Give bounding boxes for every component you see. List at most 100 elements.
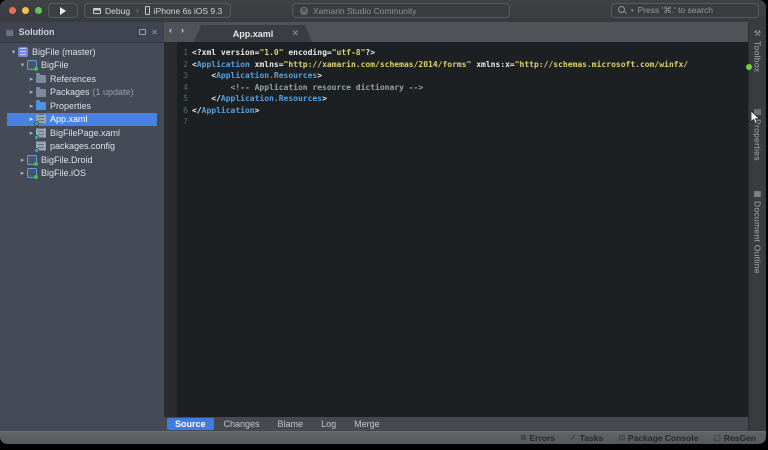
- line-number: 3: [183, 71, 188, 80]
- tree-item-bigfilepage-xaml[interactable]: ▸ BigFilePage.xaml: [7, 126, 157, 140]
- solution-pad-header: ▤ Solution ✕: [0, 22, 164, 43]
- tree-item-bigfile-ios[interactable]: ▸ BigFile.iOS: [7, 167, 157, 181]
- device-label: iPhone 6s iOS 9.3: [153, 5, 223, 16]
- tree-item-references[interactable]: ▸ References: [7, 72, 157, 86]
- tree-item-properties[interactable]: ▸ Properties: [7, 99, 157, 113]
- tree-item-label: BigFile.Droid: [41, 154, 93, 165]
- code-line-content: </Application.Resources>: [192, 93, 327, 105]
- search-scope-caret-icon[interactable]: ▾: [631, 8, 634, 14]
- search-icon: [618, 6, 627, 15]
- nav-forward-icon[interactable]: ›: [181, 25, 184, 35]
- code-line-content: <Application xmlns="http://xamarin.com/s…: [192, 59, 688, 71]
- toolbar: Debug › iPhone 6s iOS 9.3 ✕ Xamarin Stud…: [0, 0, 766, 23]
- code-token: Application: [196, 59, 250, 69]
- tree-item-app-xaml[interactable]: ▸ App.xaml: [7, 112, 157, 127]
- code-token: ?>: [365, 48, 376, 57]
- disclosure-right-icon[interactable]: ▸: [18, 169, 27, 177]
- editor-tabbar: ‹ › App.xaml ✕: [164, 22, 748, 42]
- tree-item-label: References: [50, 73, 97, 84]
- vc-tab-merge[interactable]: Merge: [346, 418, 388, 430]
- toolbox-icon: ⚒: [753, 29, 762, 38]
- code-line-5: 5 </Application.Resources>: [164, 93, 748, 105]
- folder-icon: [36, 100, 46, 111]
- code-token: encoding=: [283, 48, 332, 57]
- statusbar-package-console[interactable]: ⊡ Package Console: [618, 433, 698, 443]
- window-controls: [9, 7, 42, 14]
- run-play-icon: [60, 6, 66, 15]
- xamarin-logo-icon: ✕: [300, 6, 308, 15]
- zoom-window-button[interactable]: [35, 7, 42, 14]
- run-button[interactable]: [48, 3, 78, 18]
- code-token: xmlns:x=: [471, 59, 515, 69]
- dock-tab-label: Document Outline: [752, 201, 763, 274]
- tree-item-label: BigFile: [41, 60, 69, 71]
- right-dock-strip: ⚒ Toolbox ▤ Properties ▦ Document Outline: [748, 22, 766, 431]
- vc-tab-log[interactable]: Log: [313, 418, 344, 430]
- solution-tree: ▾ BigFile (master) ▾ BigFile ▸ References ▸ Pac…: [0, 43, 164, 180]
- solution-icon: [18, 46, 28, 57]
- code-line-4: 4 <!-- Application resource dictionary -…: [164, 82, 748, 94]
- code-line-3: 3 <Application.Resources>: [164, 70, 748, 82]
- tree-item-bigfile[interactable]: ▾ BigFile: [7, 59, 157, 73]
- packages-folder-icon: [36, 86, 46, 97]
- project-icon: [27, 168, 38, 180]
- tab-close-icon[interactable]: ✕: [291, 28, 299, 39]
- code-editor[interactable]: 1 <?xml version="1.0" encoding="utf-8"?> 2…: [164, 42, 748, 417]
- statusbar-tasks[interactable]: ✓ Tasks: [570, 433, 603, 443]
- code-lines: 1 <?xml version="1.0" encoding="utf-8"?> 2…: [164, 47, 748, 128]
- statusbar-resgen[interactable]: ▢ ResGen: [713, 433, 756, 443]
- code-token: <!-- Application resource dictionary -->: [230, 82, 424, 92]
- line-number: 7: [183, 117, 188, 126]
- config-debug-selector[interactable]: Debug: [87, 4, 136, 17]
- vc-tab-changes[interactable]: Changes: [216, 418, 268, 430]
- tab-app-xaml[interactable]: App.xaml ✕: [194, 25, 312, 42]
- tree-item-badge: (1 update): [92, 87, 134, 98]
- window-config-icon: [93, 7, 101, 14]
- disclosure-right-icon[interactable]: ▸: [27, 88, 36, 96]
- code-token: </: [192, 94, 221, 103]
- dock-tab-label: Toolbox: [752, 41, 763, 73]
- line-number: 1: [183, 48, 188, 57]
- statusbar-errors[interactable]: ⊗ Errors: [520, 433, 555, 443]
- quick-task-status-icon[interactable]: [746, 64, 752, 70]
- project-icon: [27, 154, 38, 166]
- tree-item-bigfile-master[interactable]: ▾ BigFile (master): [7, 45, 157, 59]
- disclosure-right-icon[interactable]: ▸: [27, 75, 36, 83]
- disclosure-down-icon[interactable]: ▾: [9, 48, 18, 56]
- line-number: 5: [183, 94, 188, 103]
- code-token: >: [317, 71, 323, 80]
- line-number: 4: [183, 82, 188, 92]
- disclosure-right-icon[interactable]: ▸: [27, 102, 36, 110]
- code-line-content: <!-- Application resource dictionary -->: [192, 82, 424, 94]
- config-label: Debug: [105, 5, 131, 16]
- dock-tab-document-outline[interactable]: ▦ Document Outline: [749, 190, 766, 274]
- code-token: xmlns=: [249, 59, 284, 69]
- tree-item-packages-config[interactable]: packages.config: [7, 140, 157, 154]
- tree-item-label: BigFile.iOS: [41, 168, 87, 179]
- status-text: Xamarin Studio Community: [313, 5, 417, 16]
- code-line-1: 1 <?xml version="1.0" encoding="utf-8"?>: [164, 47, 748, 59]
- close-window-button[interactable]: [9, 7, 16, 14]
- tree-item-label: Properties: [50, 100, 92, 111]
- resgen-icon: ▢: [713, 433, 721, 442]
- code-token: Application.Resources: [220, 94, 323, 103]
- tree-item-packages[interactable]: ▸ Packages (1 update): [7, 86, 157, 100]
- search-input[interactable]: ▾ Press '⌘.' to search: [611, 3, 759, 18]
- close-icon[interactable]: ✕: [151, 28, 158, 37]
- code-token: >: [254, 105, 260, 115]
- disclosure-down-icon[interactable]: ▾: [18, 61, 27, 69]
- code-token: "utf-8": [331, 48, 366, 57]
- vc-tab-blame[interactable]: Blame: [270, 418, 312, 430]
- nav-back-icon[interactable]: ‹: [169, 25, 172, 35]
- vc-tab-source[interactable]: Source: [167, 418, 214, 430]
- minimize-window-button[interactable]: [22, 7, 29, 14]
- code-token: >: [322, 94, 327, 103]
- dock-icon[interactable]: [139, 29, 147, 35]
- project-icon: [27, 60, 38, 72]
- code-token: Application: [201, 105, 255, 115]
- disclosure-right-icon[interactable]: ▸: [18, 156, 27, 164]
- statusbar-item-label: ResGen: [723, 433, 756, 443]
- device-selector[interactable]: iPhone 6s iOS 9.3: [139, 4, 229, 17]
- tree-item-bigfile-droid[interactable]: ▸ BigFile.Droid: [7, 153, 157, 167]
